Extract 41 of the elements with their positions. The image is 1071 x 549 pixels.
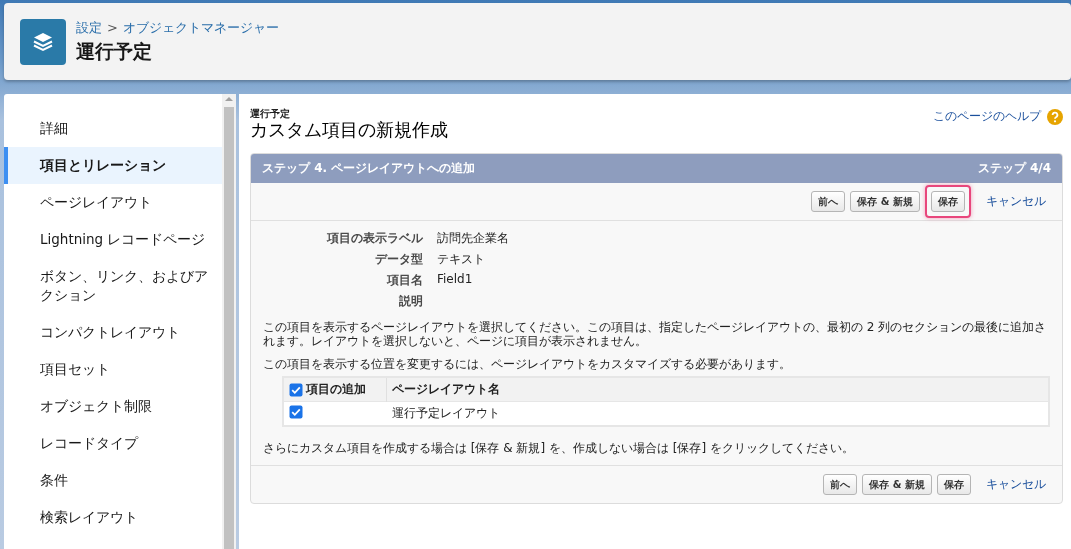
breadcrumb-link[interactable]: オブジェクトマネージャー	[122, 18, 279, 37]
column-header: 項目の追加	[306, 381, 366, 398]
column-header: ページレイアウト名	[392, 382, 500, 396]
toolbar-button[interactable]: 前へ	[823, 474, 858, 495]
sidebar-item[interactable]: 詳細	[4, 110, 222, 147]
sidebar-item[interactable]: コンパクトレイアウト	[4, 314, 222, 351]
sidebar-item[interactable]: ページレイアウト	[4, 184, 222, 221]
sidebar-item[interactable]: ボタン、リンク、およびアクション	[4, 258, 222, 314]
field-label: データ型	[374, 251, 423, 268]
sidebar-item[interactable]: 項目セット	[4, 351, 222, 388]
field-label: 項目名	[385, 272, 423, 289]
toolbar-button[interactable]: 保存 & 新規	[850, 191, 920, 212]
step-count: ステップ 4/4	[977, 160, 1051, 177]
sidebar-item[interactable]: オブジェクト制限	[4, 388, 222, 425]
customize-note: この項目を表示する位置を変更するには、ページレイアウトをカスタマイズする必要があります。	[263, 357, 792, 371]
sidebar-item[interactable]: 条件	[4, 462, 222, 499]
field-value: テキスト	[437, 251, 486, 268]
field-value: 訪問先企業名	[437, 230, 510, 247]
sidebar-item[interactable]: レコードタイプ	[4, 425, 222, 462]
field-label: 説明	[398, 293, 423, 310]
footer-note: さらにカスタム項目を作成する場合は [保存 & 新規] を、作成しない場合は [保存] をクリックしてください。	[263, 441, 855, 455]
table-cell: 運行予定レイアウト	[391, 406, 500, 420]
toolbar-button[interactable]: 前へ	[811, 191, 846, 212]
toolbar-button[interactable]: 保存 & 新規	[862, 474, 932, 495]
toolbar-button[interactable]: 保存	[937, 474, 971, 495]
sidebar-item[interactable]: 項目とリレーション	[4, 147, 222, 184]
field-label: 項目の表示ラベル	[325, 230, 423, 247]
field-value: Field1	[437, 272, 474, 288]
instruction-text: この項目を表示するページレイアウトを選択してください。この項目は、指定したページレイアウトの、最初の 2 列のセクションの最後に追加されます。レイアウトを選択しないと、ページに項目が表示されません。	[263, 320, 1048, 348]
object-title: 運行予定	[76, 38, 153, 64]
sidebar-item[interactable]: 検索レイアウト	[4, 499, 222, 536]
toolbar-button[interactable]: 保存	[931, 191, 965, 212]
page-title: カスタム項目の新規作成	[250, 119, 448, 141]
step-title: ステップ 4. ページレイアウトへの追加	[262, 160, 476, 177]
cancel-link[interactable]: キャンセル	[986, 193, 1046, 210]
sidebar-item[interactable]: Lightning レコードページ	[4, 221, 222, 258]
cancel-link[interactable]: キャンセル	[986, 476, 1046, 493]
help-link[interactable]: このページのヘルプ	[933, 108, 1041, 125]
page-subtitle: 運行予定	[250, 108, 291, 119]
breadcrumb-link[interactable]: 設定	[76, 18, 102, 37]
breadcrumb-separator: >	[107, 20, 118, 35]
